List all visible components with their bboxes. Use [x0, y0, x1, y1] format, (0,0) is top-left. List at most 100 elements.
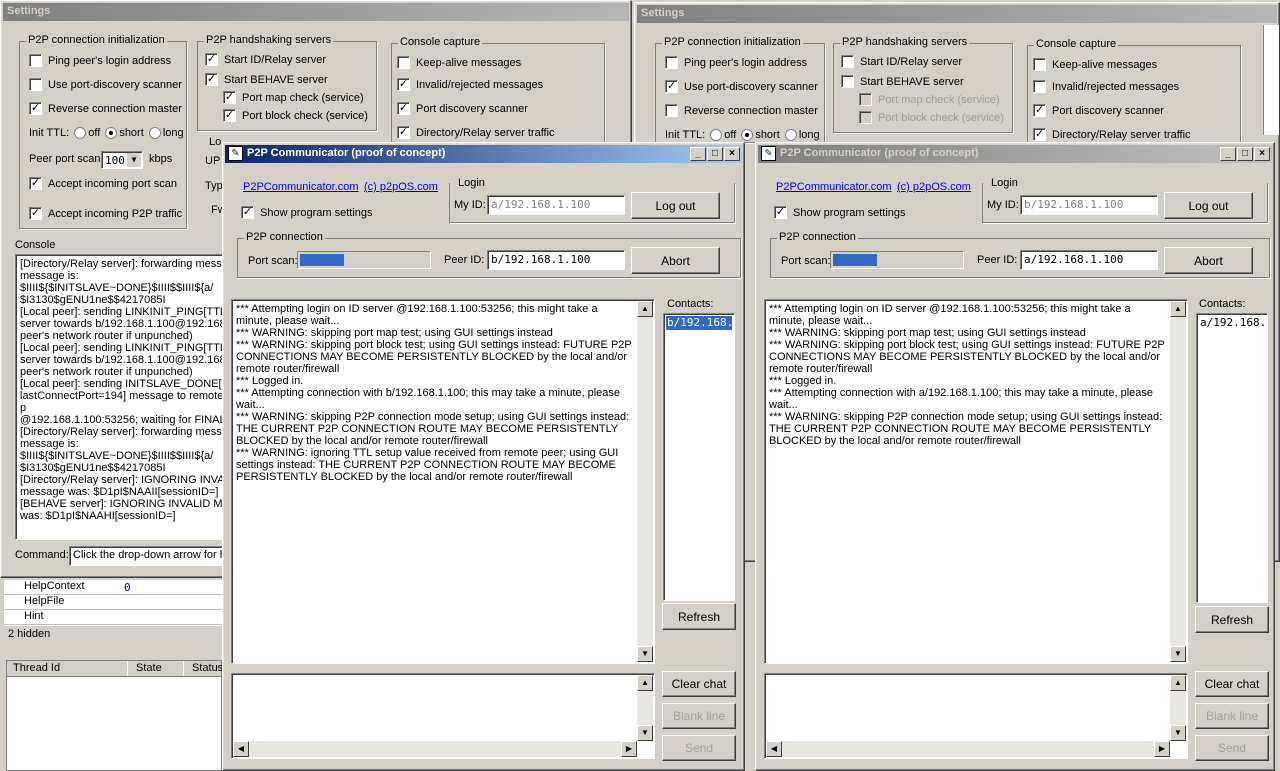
maximize-icon[interactable]: □	[707, 147, 723, 161]
col-state[interactable]: State	[127, 661, 162, 676]
homepage-link[interactable]: P2PCommunicator.com	[776, 181, 892, 193]
ttl-short-radio[interactable]	[105, 127, 118, 140]
col-status[interactable]: Status	[183, 661, 223, 676]
port-map-checkbox[interactable]: ✓ Port map check (service)	[223, 91, 364, 104]
behave-checkbox-2[interactable]: Start BEHAVE server	[841, 75, 964, 88]
dir-relay-checkbox-2[interactable]: ✓ Directory/Relay server traffic	[1033, 128, 1191, 141]
ttl-off-radio[interactable]	[74, 127, 87, 140]
message-input[interactable]: ▲ ▼ ◀ ▶	[764, 673, 1188, 759]
contacts-list[interactable]: a/192.168.1.100	[1196, 313, 1268, 603]
clear-chat-button[interactable]: Clear chat	[662, 671, 736, 697]
port-block-checkbox[interactable]: ✓ Port block check (service)	[223, 109, 368, 122]
close-icon[interactable]: ×	[1254, 147, 1270, 161]
ping-peer-checkbox-2[interactable]: Ping peer's login address	[665, 56, 807, 69]
port-block-checkbox-2[interactable]: Port block check (service)	[859, 111, 1004, 124]
ttl-long-radio[interactable]	[148, 127, 161, 140]
minimize-icon[interactable]: _	[1220, 147, 1236, 161]
hidden-count: 2 hidden	[8, 628, 51, 640]
scroll-up-icon[interactable]: ▲	[637, 301, 653, 317]
message-input-scrollbar[interactable]: ▲ ▼	[637, 675, 653, 741]
myid-field[interactable]: a/192.168.1.100	[487, 195, 625, 215]
contacts-list[interactable]: b/192.168.1.100	[663, 313, 735, 601]
refresh-button[interactable]: Refresh	[662, 603, 736, 630]
copyright-link[interactable]: (c) p2pOS.com	[897, 181, 971, 193]
scroll-up-icon[interactable]: ▲	[1170, 675, 1186, 691]
scroll-up-icon[interactable]: ▲	[637, 675, 653, 691]
id-relay-checkbox-2[interactable]: Start ID/Relay server	[841, 55, 962, 68]
prop-row-helpfile[interactable]: HelpFile	[4, 595, 222, 610]
port-scanner-checkbox-2[interactable]: ✓ Port discovery scanner	[1033, 104, 1164, 117]
minimize-icon[interactable]: _	[690, 147, 706, 161]
scroll-up-icon[interactable]: ▲	[1170, 301, 1186, 317]
port-discovery-checkbox[interactable]: Use port-discovery scanner	[29, 78, 182, 91]
contact-item[interactable]: b/192.168.1.100	[666, 316, 732, 330]
refresh-button[interactable]: Refresh	[1195, 606, 1269, 633]
close-icon[interactable]: ×	[724, 147, 740, 161]
settings-title[interactable]: Settings	[3, 3, 629, 21]
ttl-long-radio-2[interactable]	[784, 129, 797, 142]
message-input-hscroll[interactable]: ◀ ▶	[766, 741, 1170, 757]
id-relay-checkbox[interactable]: ✓ Start ID/Relay server	[205, 53, 326, 66]
peerid-label: Peer ID:	[977, 254, 1018, 266]
copyright-link[interactable]: (c) p2pOS.com	[364, 181, 438, 193]
message-input-hscroll[interactable]: ◀ ▶	[233, 741, 637, 757]
dir-relay-checkbox[interactable]: ✓ Directory/Relay server traffic	[397, 126, 555, 139]
scroll-down-icon[interactable]: ▼	[637, 725, 653, 741]
log-line: *** WARNING: skipping P2P connection mod…	[236, 411, 630, 447]
keepalive-checkbox-2[interactable]: Keep-alive messages	[1033, 58, 1157, 71]
chat-log-scrollbar[interactable]: ▲ ▼	[637, 301, 653, 662]
prop-row-helpcontext[interactable]: HelpContext 0	[4, 580, 222, 595]
peerid-field[interactable]: a/192.168.1.100	[1020, 250, 1158, 270]
maximize-icon[interactable]: □	[1237, 147, 1253, 161]
message-input[interactable]: ▲ ▼ ◀ ▶	[231, 673, 655, 759]
scroll-left-icon[interactable]: ◀	[766, 741, 782, 757]
send-button[interactable]: Send	[662, 735, 736, 761]
homepage-link[interactable]: P2PCommunicator.com	[243, 181, 359, 193]
logout-button[interactable]: Log out	[1164, 192, 1253, 219]
scroll-down-icon[interactable]: ▼	[637, 646, 653, 662]
peer-scan-select[interactable]: 100 ▼	[101, 151, 143, 169]
ttl-off-radio-2[interactable]	[710, 129, 723, 142]
communicator-title-b[interactable]: ✎ P2P Communicator (proof of concept) _ …	[758, 145, 1272, 163]
show-settings-checkbox[interactable]: ✓ Show program settings	[774, 206, 906, 219]
command-input[interactable]: Click the drop-down arrow for he	[69, 546, 229, 566]
scroll-left-icon[interactable]: ◀	[233, 741, 249, 757]
ttl-short-radio-2[interactable]	[741, 129, 754, 142]
port-discovery-checkbox-2[interactable]: ✓ Use port-discovery scanner	[665, 80, 818, 93]
scroll-down-icon[interactable]: ▼	[1170, 646, 1186, 662]
communicator-title-a[interactable]: ✎ P2P Communicator (proof of concept) _ …	[225, 145, 742, 163]
abort-button[interactable]: Abort	[1164, 247, 1253, 274]
abort-button[interactable]: Abort	[631, 247, 720, 274]
log-line: *** WARNING: skipping port block test; u…	[236, 339, 632, 375]
blank-line-button[interactable]: Blank line	[662, 703, 736, 729]
console-line: [Local peer]: sending INITSLAVE_DONE[s	[20, 378, 228, 390]
logout-button[interactable]: Log out	[631, 192, 720, 219]
ping-peer-checkbox[interactable]: Ping peer's login address	[29, 54, 171, 67]
peerid-field[interactable]: b/192.168.1.100	[487, 250, 625, 270]
port-scanner-checkbox[interactable]: ✓ Port discovery scanner	[397, 102, 528, 115]
accept-p2p-checkbox[interactable]: ✓ Accept incoming P2P traffic	[29, 207, 182, 220]
scroll-right-icon[interactable]: ▶	[1154, 741, 1170, 757]
port-map-checkbox-2[interactable]: Port map check (service)	[859, 93, 1000, 106]
chat-log-scrollbar[interactable]: ▲ ▼	[1170, 301, 1186, 662]
settings-title-2[interactable]: Settings	[637, 5, 1277, 23]
contact-item[interactable]: a/192.168.1.100	[1199, 316, 1265, 330]
invalid-checkbox[interactable]: ✓ Invalid/rejected messages	[397, 78, 543, 91]
show-settings-checkbox[interactable]: ✓ Show program settings	[241, 206, 373, 219]
reverse-master-checkbox[interactable]: ✓ Reverse connection master	[29, 102, 182, 115]
myid-field[interactable]: b/192.168.1.100	[1020, 195, 1158, 215]
reverse-master-checkbox-2[interactable]: Reverse connection master	[665, 104, 818, 117]
message-input-scrollbar[interactable]: ▲ ▼	[1170, 675, 1186, 741]
prop-row-hint[interactable]: Hint	[4, 610, 222, 625]
blank-line-button[interactable]: Blank line	[1195, 703, 1269, 729]
chevron-down-icon[interactable]: ▼	[127, 153, 141, 167]
scroll-down-icon[interactable]: ▼	[1170, 725, 1186, 741]
behave-checkbox[interactable]: ✓ Start BEHAVE server	[205, 73, 328, 86]
keepalive-checkbox[interactable]: Keep-alive messages	[397, 56, 521, 69]
scroll-right-icon[interactable]: ▶	[621, 741, 637, 757]
accept-port-scan-checkbox[interactable]: ✓ Accept incoming port scan	[29, 177, 177, 190]
clear-chat-button[interactable]: Clear chat	[1195, 671, 1269, 697]
invalid-checkbox-2[interactable]: Invalid/rejected messages	[1033, 80, 1179, 93]
send-button[interactable]: Send	[1195, 735, 1269, 761]
col-thread-id[interactable]: Thread Id	[13, 662, 60, 674]
